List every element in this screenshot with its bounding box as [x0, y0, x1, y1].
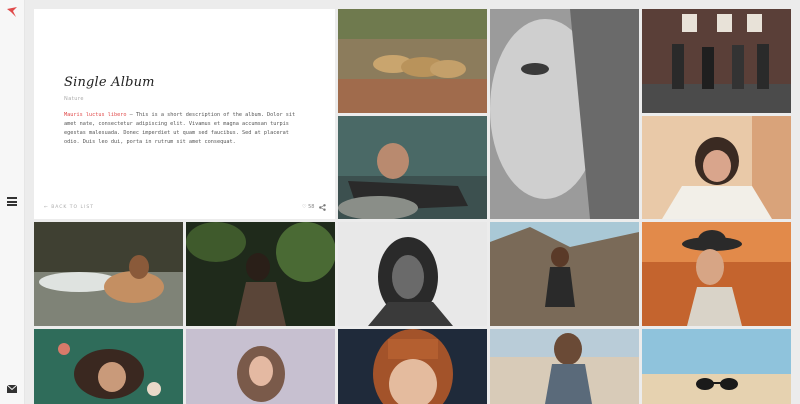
album-category: Nature: [64, 96, 84, 102]
description-highlight-link[interactable]: Mauris luctus libero: [64, 112, 126, 118]
photo-lions-on-rocks[interactable]: [338, 9, 487, 113]
envelope-icon[interactable]: [7, 385, 17, 393]
bird-logo-icon[interactable]: [6, 6, 18, 18]
album-description: Mauris luctus libero – This is a short d…: [64, 111, 304, 147]
hamburger-menu-icon[interactable]: [7, 197, 17, 206]
photo-woman-on-beach-wall[interactable]: [490, 329, 639, 404]
photo-woman-in-water-with-flowers[interactable]: [34, 329, 183, 404]
photo-woman-in-pastel-light[interactable]: [186, 329, 335, 404]
photo-woman-on-rocks[interactable]: [490, 222, 639, 326]
photo-woman-covering-face[interactable]: [642, 116, 791, 219]
photo-woman-in-dark-forest[interactable]: [186, 222, 335, 326]
photo-woman-with-hat-in-grass[interactable]: [642, 222, 791, 326]
album-title: Single Album: [64, 75, 155, 90]
photo-woman-black-and-white[interactable]: [338, 222, 487, 326]
photo-group-in-front-of-house[interactable]: [642, 9, 791, 113]
back-to-list-link[interactable]: ← BACK TO LIST: [44, 205, 94, 210]
photo-close-up-face-with-freckles[interactable]: [490, 9, 639, 219]
photo-woman-on-beach-waves[interactable]: [34, 222, 183, 326]
sidebar: [0, 0, 25, 404]
album-info-card: Single Album Nature Mauris luctus libero…: [34, 9, 335, 219]
photo-woman-lying-by-lake[interactable]: [338, 116, 487, 219]
like-count[interactable]: ♡ 58: [302, 204, 314, 210]
photo-woman-with-red-bangs[interactable]: [338, 329, 487, 404]
share-icon[interactable]: [319, 204, 326, 211]
photo-sunglasses-on-sand[interactable]: [642, 329, 791, 404]
